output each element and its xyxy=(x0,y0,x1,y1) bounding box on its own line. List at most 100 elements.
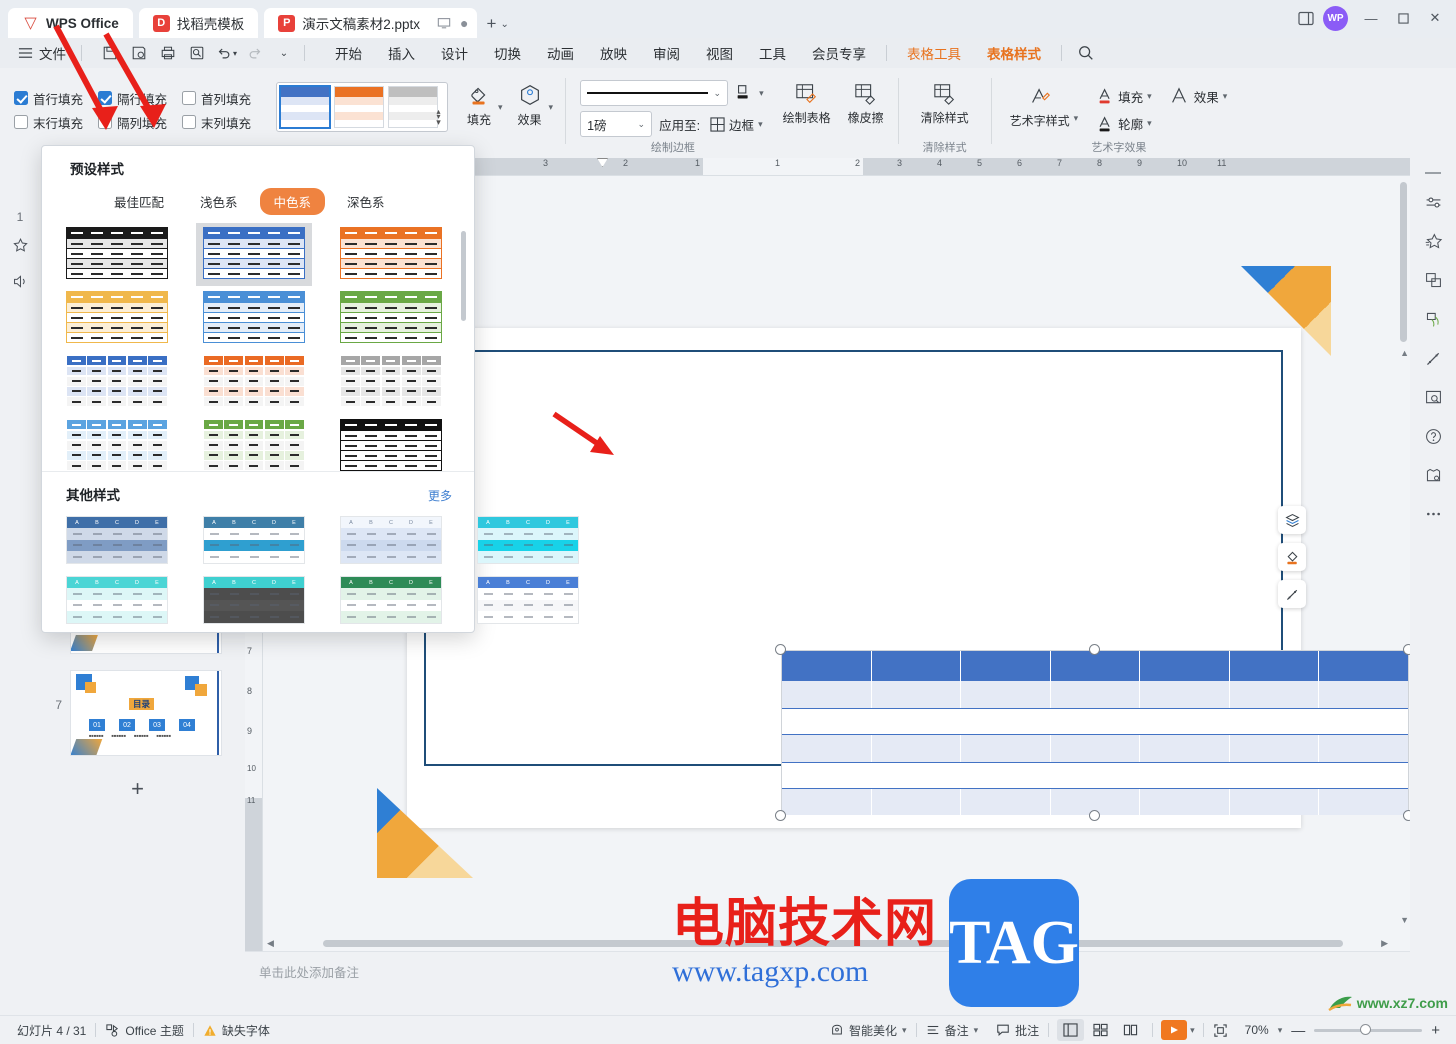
view-normal-button[interactable] xyxy=(1057,1019,1085,1041)
tab-view[interactable]: 视图 xyxy=(693,39,746,67)
notes-pane[interactable]: 单击此处添加备注 xyxy=(245,951,1410,1015)
notes-button[interactable]: 备注 ▾ xyxy=(917,1022,988,1039)
tab-member[interactable]: 会员专享 xyxy=(799,39,879,67)
preset-style-thumb[interactable] xyxy=(66,227,168,279)
checkbox-banded-cols[interactable]: 隔列填充 xyxy=(98,113,182,132)
file-menu-button[interactable]: 文件 xyxy=(10,43,74,63)
text-outline-button[interactable]: 轮廓 ▾ xyxy=(1094,112,1155,135)
resize-handle-tl[interactable] xyxy=(775,644,786,655)
slideshow-options-icon[interactable]: ▾ xyxy=(1190,1025,1195,1036)
resize-handle-tc[interactable] xyxy=(1089,644,1100,655)
scroll-left-arrow-icon[interactable]: ◀ xyxy=(267,938,274,949)
pill-dark[interactable]: 深色系 xyxy=(333,188,399,215)
theme-button[interactable]: Office 主题 xyxy=(96,1022,192,1039)
magic-wand-icon[interactable] xyxy=(1278,580,1306,608)
new-tab-button[interactable]: + ⌄ xyxy=(487,14,509,34)
gallery-style-gray[interactable] xyxy=(388,86,438,128)
resize-handle-bl[interactable] xyxy=(775,810,786,821)
scroll-right-arrow-icon[interactable]: ▶ xyxy=(1381,938,1388,949)
view-sorter-button[interactable] xyxy=(1087,1019,1114,1041)
vertical-scrollbar[interactable] xyxy=(1400,182,1407,342)
preset-style-thumb[interactable] xyxy=(66,419,168,471)
undo-icon[interactable]: ▾ xyxy=(213,41,239,65)
zoom-preset-icon[interactable]: ▾ xyxy=(1278,1025,1283,1036)
zoom-in-button[interactable]: + xyxy=(1431,1022,1440,1039)
other-style-thumb[interactable]: ABCDE xyxy=(66,576,168,624)
more-icon[interactable] xyxy=(1421,503,1445,525)
wordart-style-button[interactable]: 艺术字样式 ▾ xyxy=(1008,81,1081,133)
search-icon[interactable] xyxy=(1077,44,1095,62)
more-link[interactable]: 更多 xyxy=(428,487,452,504)
preset-style-thumb[interactable] xyxy=(340,419,442,471)
preset-style-thumb[interactable] xyxy=(340,227,442,279)
other-style-thumb[interactable]: ABCDE xyxy=(203,516,305,564)
redo-icon[interactable] xyxy=(242,41,268,65)
preset-style-thumb[interactable] xyxy=(340,355,442,407)
preset-style-thumb[interactable] xyxy=(66,355,168,407)
tab-docer-template[interactable]: D 找稻壳模板 xyxy=(138,8,259,38)
line-style-select[interactable]: ⌄ xyxy=(580,80,729,106)
add-slide-button[interactable]: + xyxy=(40,772,235,806)
preset-style-thumb[interactable] xyxy=(203,291,305,343)
maximize-button[interactable] xyxy=(1388,4,1418,32)
zoom-slider-knob[interactable] xyxy=(1360,1024,1372,1035)
other-style-thumb[interactable]: ABCDE xyxy=(340,576,442,624)
tab-design[interactable]: 设计 xyxy=(428,39,481,67)
checkbox-first-col[interactable]: 首列填充 xyxy=(182,89,266,108)
clear-style-button[interactable]: 清除样式 xyxy=(917,78,973,130)
preset-style-thumb[interactable] xyxy=(66,291,168,343)
comment-button[interactable]: 批注 xyxy=(987,1022,1048,1039)
tab-slideshow[interactable]: 放映 xyxy=(587,39,640,67)
start-slideshow-button[interactable] xyxy=(1161,1020,1188,1040)
star-icon[interactable] xyxy=(1421,230,1445,252)
zoom-out-button[interactable]: — xyxy=(1291,1022,1305,1038)
save-icon[interactable] xyxy=(97,41,123,65)
tab-animation[interactable]: 动画 xyxy=(534,39,587,67)
preset-styles-grid[interactable] xyxy=(42,223,474,471)
scroll-up-arrow-icon[interactable]: ▲ xyxy=(1400,348,1409,358)
preset-style-thumb[interactable] xyxy=(196,223,312,286)
gallery-style-orange[interactable] xyxy=(334,86,384,128)
checkbox-last-row[interactable]: 末行填充 xyxy=(14,113,98,132)
other-style-thumb[interactable]: ABCDE xyxy=(340,516,442,564)
other-style-thumb[interactable]: ABCDE xyxy=(477,576,579,624)
resize-handle-br[interactable] xyxy=(1403,810,1410,821)
table-style-gallery[interactable]: ▴ ▾ ▾ xyxy=(276,82,448,132)
text-effect-button[interactable]: 效果 ▾ xyxy=(1165,84,1231,108)
tab-table-style[interactable]: 表格样式 xyxy=(974,39,1054,71)
fit-screen-button[interactable] xyxy=(1204,1023,1237,1038)
audio-icon[interactable] xyxy=(8,270,32,292)
checkbox-last-col[interactable]: 末列填充 xyxy=(182,113,266,132)
close-button[interactable]: ✕ xyxy=(1420,4,1450,32)
list-item[interactable]: 7 目录 01 02 03 04 ■■■■■■ ■■■■■■ ■■■■■■ ■■■■■… xyxy=(40,670,235,756)
checkbox-first-row[interactable]: 首行填充 xyxy=(14,89,98,108)
slide-thumbnail[interactable]: 目录 01 02 03 04 ■■■■■■ ■■■■■■ ■■■■■■ ■■■■■■ xyxy=(70,670,222,756)
slide-table[interactable] xyxy=(781,650,1409,815)
fill-bucket-icon[interactable] xyxy=(1278,543,1306,571)
brush-icon[interactable] xyxy=(1421,308,1445,330)
pill-light[interactable]: 浅色系 xyxy=(186,188,252,215)
zoom-level-label[interactable]: 70% xyxy=(1245,1023,1269,1037)
tab-presentation-file[interactable]: P 演示文稿素材2.pptx ● xyxy=(264,8,477,38)
fill-button[interactable]: 填充 xyxy=(456,78,502,132)
print-icon[interactable] xyxy=(155,41,181,65)
tab-tools[interactable]: 工具 xyxy=(746,39,799,67)
preset-style-thumb[interactable] xyxy=(340,291,442,343)
skin-icon[interactable] xyxy=(1421,464,1445,486)
popup-scrollbar[interactable] xyxy=(461,231,466,321)
effect-button[interactable]: 效果 xyxy=(507,78,553,132)
line-color-button[interactable]: ▾ xyxy=(734,83,764,103)
preset-styles-popup[interactable]: 预设样式 最佳匹配 浅色系 中色系 深色系 其他样式 更多 ABCDE ABCDE… xyxy=(41,145,579,633)
tab-start[interactable]: 开始 xyxy=(322,39,375,67)
tab-insert[interactable]: 插入 xyxy=(375,39,428,67)
text-fill-button[interactable]: 填充 ▾ xyxy=(1094,85,1155,108)
search-doc-icon[interactable] xyxy=(1421,386,1445,408)
gallery-expand-button[interactable]: ▴ ▾ ▾ xyxy=(432,85,445,129)
beautify-button[interactable]: 智能美化 ▾ xyxy=(821,1022,916,1039)
sidebar-toggle-button[interactable] xyxy=(1291,4,1321,32)
draw-table-button[interactable]: 绘制表格 xyxy=(778,78,836,130)
customize-toolbar-icon[interactable]: ⌄ xyxy=(271,41,297,65)
scroll-down-arrow-icon[interactable]: ▼ xyxy=(1400,915,1409,925)
view-reading-button[interactable] xyxy=(1117,1019,1144,1041)
horizontal-scrollbar[interactable] xyxy=(323,940,1343,947)
